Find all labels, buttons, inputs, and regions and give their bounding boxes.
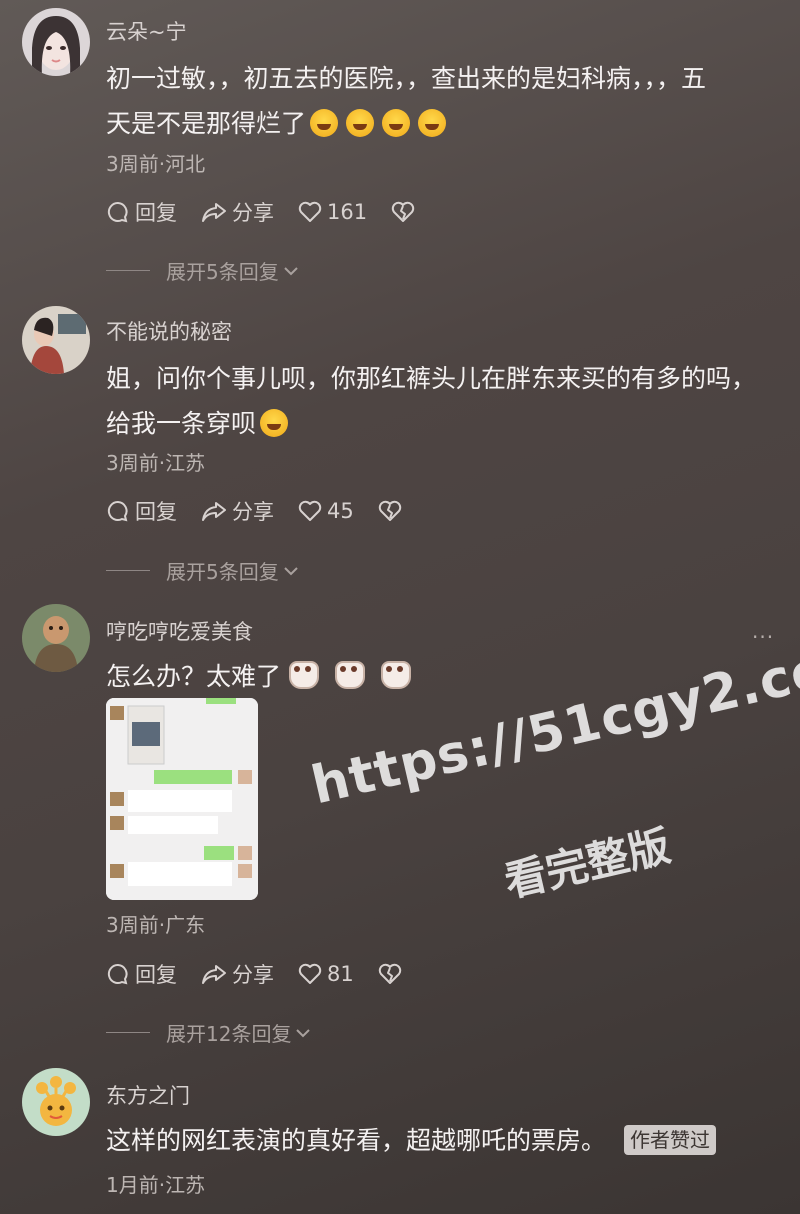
comment-text: 这样的网红表演的真好看，超越哪吒的票房。 作者赞过 (106, 1118, 776, 1163)
heart-icon (298, 500, 322, 521)
reply-icon (107, 963, 128, 985)
share-label: 分享 (232, 963, 274, 987)
username[interactable]: 云朵~宁 (106, 16, 187, 46)
like-count: 81 (327, 962, 354, 986)
comment-text: 初一过敏，，初五去的医院，，查出来的是妇科病，，，五 天是不是那得烂了 (106, 56, 776, 146)
watermark-caption: 看完整版 (500, 820, 675, 907)
reply-icon (107, 500, 128, 522)
reply-icon (107, 201, 128, 223)
like-count: 45 (327, 499, 354, 523)
share-icon (202, 203, 226, 222)
avatar[interactable] (22, 8, 90, 76)
like-button[interactable]: 81 (298, 962, 354, 986)
share-icon (202, 965, 226, 984)
expand-replies-button[interactable]: 展开12条回复 (106, 1018, 311, 1047)
like-button[interactable]: 161 (298, 200, 367, 224)
comment-text-main: 这样的网红表演的真好看，超越哪吒的票房。 (106, 1126, 607, 1155)
panda-emoji-icon (289, 661, 320, 689)
divider (106, 1032, 150, 1033)
avatar[interactable] (22, 306, 90, 374)
comment-text: 姐，问你个事儿呗，你那红裤头儿在胖东来买的有多的吗， 给我一条穿呗 (106, 356, 776, 446)
panda-emoji-icon (381, 661, 412, 689)
like-button[interactable]: 45 (298, 499, 354, 523)
share-button[interactable]: 分享 (201, 197, 274, 227)
expand-replies-button[interactable]: 展开5条回复 (106, 556, 299, 585)
broken-heart-icon (378, 500, 401, 521)
laugh-cry-emoji-icon (310, 109, 339, 137)
attached-image[interactable] (106, 698, 258, 900)
laugh-cry-emoji-icon (346, 109, 375, 137)
reply-button[interactable]: 回复 (106, 959, 177, 989)
comment-text-tail: 天是不是那得烂了 (106, 109, 307, 138)
chevron-down-icon (284, 266, 298, 275)
comment-meta: 1月前·江苏 (106, 1173, 206, 1197)
comment-actions: 回复 分享 161 (106, 197, 444, 227)
expand-replies-button[interactable]: 展开5条回复 (106, 256, 299, 285)
heart-icon (298, 201, 322, 222)
share-icon (202, 502, 226, 521)
comment-text-tail: 给我一条穿呗 (106, 409, 257, 438)
heart-icon (298, 963, 322, 984)
comment-text-main: 怎么办？太难了 (106, 662, 282, 691)
reply-label: 回复 (135, 201, 177, 225)
comment-meta: 3周前·广东 (106, 913, 206, 937)
username[interactable]: 不能说的秘密 (106, 316, 232, 346)
panda-emoji-icon (335, 661, 366, 689)
like-count: 161 (327, 200, 368, 224)
dislike-button[interactable] (378, 963, 407, 985)
reply-label: 回复 (135, 963, 177, 987)
username[interactable]: 东方之门 (106, 1080, 190, 1110)
reply-button[interactable]: 回复 (106, 496, 177, 526)
avatar[interactable] (22, 604, 90, 672)
comment-text-line: 天是不是那得烂了 (106, 101, 776, 146)
broken-heart-icon (378, 963, 401, 984)
username[interactable]: 哼吃哼吃爱美食 (106, 616, 253, 646)
chevron-down-icon (284, 566, 298, 575)
dislike-button[interactable] (378, 500, 407, 522)
comment-text-line: 这样的网红表演的真好看，超越哪吒的票房。 作者赞过 (106, 1118, 776, 1163)
comment-meta: 3周前·江苏 (106, 451, 206, 475)
laugh-cry-emoji-icon (382, 109, 411, 137)
broken-heart-icon (391, 201, 415, 222)
smile-emoji-icon (260, 409, 289, 437)
more-options-icon[interactable]: ··· (752, 625, 774, 649)
share-button[interactable]: 分享 (201, 959, 274, 989)
avatar[interactable] (22, 1068, 90, 1136)
comment-text-line: 姐，问你个事儿呗，你那红裤头儿在胖东来买的有多的吗， (106, 364, 757, 393)
chevron-down-icon (296, 1028, 311, 1037)
comment-meta: 3周前·河北 (106, 152, 206, 176)
comment-actions: 回复 分享 81 (106, 959, 431, 989)
expand-replies-label: 展开5条回复 (166, 260, 279, 284)
divider (106, 570, 150, 571)
expand-replies-label: 展开12条回复 (166, 1022, 292, 1046)
share-button[interactable]: 分享 (201, 496, 274, 526)
dislike-button[interactable] (391, 201, 420, 223)
divider (106, 270, 150, 271)
reply-label: 回复 (135, 500, 177, 524)
laugh-cry-emoji-icon (418, 109, 447, 137)
share-label: 分享 (232, 500, 274, 524)
comment-text-line: 给我一条穿呗 (106, 401, 776, 446)
share-label: 分享 (232, 201, 274, 225)
expand-replies-label: 展开5条回复 (166, 560, 279, 584)
reply-button[interactable]: 回复 (106, 197, 177, 227)
comment-text-line: 初一过敏，，初五去的医院，，查出来的是妇科病，，，五 (106, 64, 707, 93)
comment-actions: 回复 分享 45 (106, 496, 431, 526)
author-liked-badge: 作者赞过 (624, 1125, 717, 1155)
